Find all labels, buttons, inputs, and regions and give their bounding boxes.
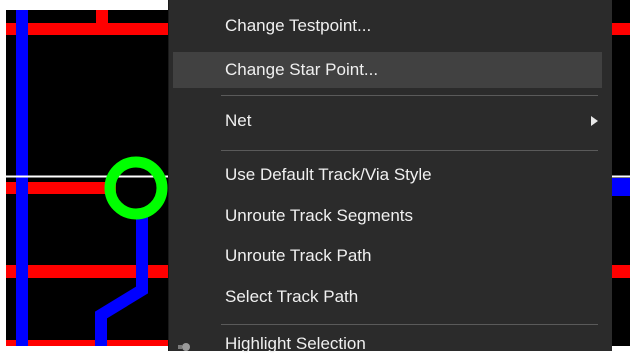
blue-track-right[interactable] bbox=[612, 178, 630, 196]
menu-item-label: Unroute Track Path bbox=[225, 246, 372, 265]
menu-item-net[interactable]: Net bbox=[173, 103, 602, 139]
menu-separator bbox=[221, 95, 598, 96]
menu-item-label: Change Testpoint... bbox=[225, 16, 372, 35]
blue-track-left[interactable] bbox=[16, 10, 28, 346]
menu-item-label: Select Track Path bbox=[225, 287, 359, 306]
menu-item-label: Unroute Track Segments bbox=[225, 206, 414, 225]
menu-item-label: Change Star Point... bbox=[225, 60, 379, 79]
menu-item-unroute-track-segments[interactable]: Unroute Track Segments bbox=[173, 198, 602, 234]
red-track-top[interactable] bbox=[6, 23, 170, 35]
menu-separator bbox=[221, 324, 598, 325]
menu-item-label: Use Default Track/Via Style bbox=[225, 165, 432, 184]
red-track-top-right[interactable] bbox=[612, 23, 630, 35]
menu-item-change-testpoint[interactable]: Change Testpoint... bbox=[173, 8, 602, 44]
menu-item-use-default-track-via-style[interactable]: Use Default Track/Via Style bbox=[173, 157, 602, 193]
red-track-lower-right[interactable] bbox=[612, 265, 630, 278]
red-track-stub[interactable] bbox=[96, 10, 108, 24]
red-track-bottom[interactable] bbox=[6, 340, 170, 346]
menu-separator bbox=[221, 150, 598, 151]
menu-item-select-track-path[interactable]: Select Track Path bbox=[173, 279, 602, 315]
highlight-selection-icon bbox=[178, 343, 190, 351]
menu-item-change-star-point[interactable]: Change Star Point... bbox=[173, 52, 602, 88]
menu-item-label: Highlight Selection bbox=[225, 334, 366, 353]
context-menu: Change Testpoint... Change Star Point...… bbox=[168, 0, 612, 353]
submenu-arrow-icon bbox=[591, 116, 598, 126]
menu-item-unroute-track-path[interactable]: Unroute Track Path bbox=[173, 238, 602, 274]
pcb-board-area[interactable] bbox=[6, 10, 170, 346]
menu-item-label: Net bbox=[225, 111, 252, 130]
